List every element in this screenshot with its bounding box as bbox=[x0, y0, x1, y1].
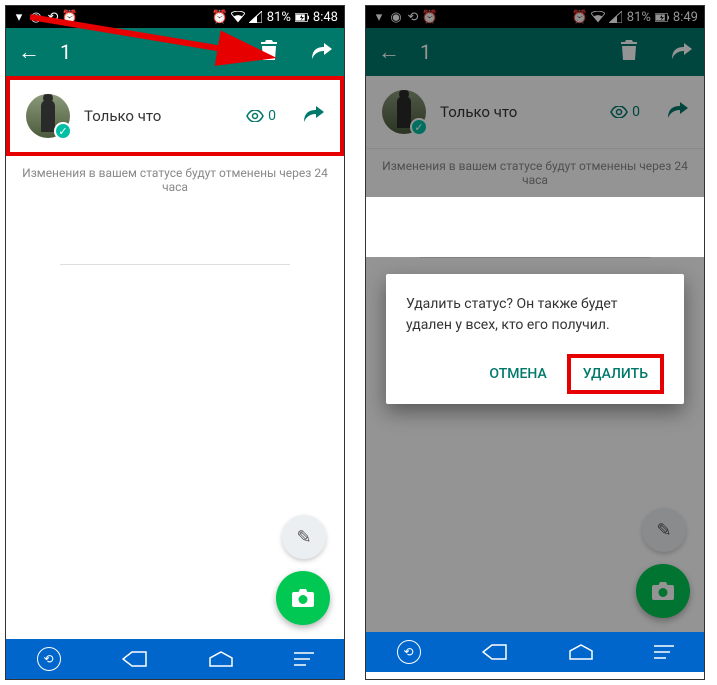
camera-fab[interactable] bbox=[276, 571, 330, 625]
content-area: ✎ bbox=[6, 264, 344, 639]
clock-text: 8:49 bbox=[673, 10, 698, 25]
nav-recent[interactable] bbox=[294, 652, 314, 666]
wifi-icon bbox=[231, 10, 245, 24]
android-status-bar: ▾ ◉ ⟲ ⏰ ⏰ 81% 8:48 bbox=[6, 6, 344, 28]
app-bar: ← 1 bbox=[6, 28, 344, 76]
check-icon: ✓ bbox=[410, 118, 428, 136]
views-count[interactable]: 0 bbox=[246, 108, 276, 124]
share-button[interactable] bbox=[672, 40, 692, 64]
edit-fab[interactable]: ✎ bbox=[642, 508, 686, 552]
battery-text: 81% bbox=[627, 10, 651, 25]
sync-icon: ⟲ bbox=[46, 10, 60, 24]
status-timestamp: Только что bbox=[440, 103, 596, 121]
eye-icon: ◉ bbox=[29, 10, 43, 24]
status-timestamp: Только что bbox=[84, 107, 232, 125]
divider bbox=[60, 264, 290, 265]
selection-counter: 1 bbox=[60, 40, 240, 64]
nav-tv-icon[interactable]: ⟲ bbox=[37, 647, 61, 671]
status-item-selected[interactable]: ✓ Только что 0 bbox=[366, 76, 704, 149]
check-icon: ✓ bbox=[54, 122, 72, 140]
signal-icon bbox=[609, 10, 623, 24]
confirm-delete-button[interactable]: УДАЛИТЬ bbox=[567, 354, 664, 394]
alarm-icon: ⏰ bbox=[423, 10, 437, 24]
nav-back[interactable] bbox=[122, 651, 148, 667]
delete-button[interactable] bbox=[620, 40, 638, 65]
views-count[interactable]: 0 bbox=[610, 104, 640, 120]
notif-icon: ▾ bbox=[372, 10, 386, 24]
wifi-icon bbox=[591, 10, 605, 24]
forward-button[interactable] bbox=[668, 102, 688, 123]
battery-icon bbox=[655, 10, 669, 24]
share-button[interactable] bbox=[312, 40, 332, 64]
status-item-selected[interactable]: ✓ Только что 0 bbox=[6, 76, 344, 156]
screenshot-left: ▾ ◉ ⟲ ⏰ ⏰ 81% 8:48 ← 1 bbox=[5, 5, 345, 680]
notif-icon: ▾ bbox=[12, 10, 26, 24]
screenshot-right: ▾ ◉ ⟲ ⏰ ⏰ 81% 8:49 ← 1 bbox=[365, 5, 705, 680]
alarm-icon: ⏰ bbox=[213, 10, 227, 24]
battery-text: 81% bbox=[267, 10, 291, 25]
camera-fab[interactable] bbox=[636, 564, 690, 618]
cancel-button[interactable]: ОТМЕНА bbox=[477, 358, 558, 390]
battery-icon bbox=[295, 10, 309, 24]
android-nav-bar: ⟲ bbox=[6, 639, 344, 679]
divider bbox=[420, 257, 650, 258]
avatar: ✓ bbox=[382, 90, 426, 134]
clock-text: 8:48 bbox=[313, 10, 338, 25]
expiry-hint: Изменения в вашем статусе будут отменены… bbox=[366, 149, 704, 197]
app-bar: ← 1 bbox=[366, 28, 704, 76]
back-button[interactable]: ← bbox=[378, 39, 400, 65]
nav-back[interactable] bbox=[482, 644, 508, 660]
selection-counter: 1 bbox=[420, 40, 600, 64]
forward-button[interactable] bbox=[304, 106, 324, 127]
dialog-message: Удалить статус? Он также будет удален у … bbox=[406, 294, 664, 336]
expiry-hint: Изменения в вашем статусе будут отменены… bbox=[6, 156, 344, 204]
alarm-icon: ⏰ bbox=[573, 10, 587, 24]
edit-fab[interactable]: ✎ bbox=[282, 515, 326, 559]
alarm-icon: ⏰ bbox=[63, 10, 77, 24]
nav-tv-icon[interactable]: ⟲ bbox=[397, 640, 421, 664]
android-nav-bar: ⟲ bbox=[366, 632, 704, 672]
eye-icon: ◉ bbox=[389, 10, 403, 24]
nav-home[interactable] bbox=[209, 651, 233, 667]
android-status-bar: ▾ ◉ ⟲ ⏰ ⏰ 81% 8:49 bbox=[366, 6, 704, 28]
signal-icon bbox=[249, 10, 263, 24]
sync-icon: ⟲ bbox=[406, 10, 420, 24]
delete-button[interactable] bbox=[260, 40, 278, 65]
delete-dialog: Удалить статус? Он также будет удален у … bbox=[386, 274, 684, 404]
avatar: ✓ bbox=[26, 94, 70, 138]
nav-home[interactable] bbox=[569, 644, 593, 660]
back-button[interactable]: ← bbox=[18, 39, 40, 65]
